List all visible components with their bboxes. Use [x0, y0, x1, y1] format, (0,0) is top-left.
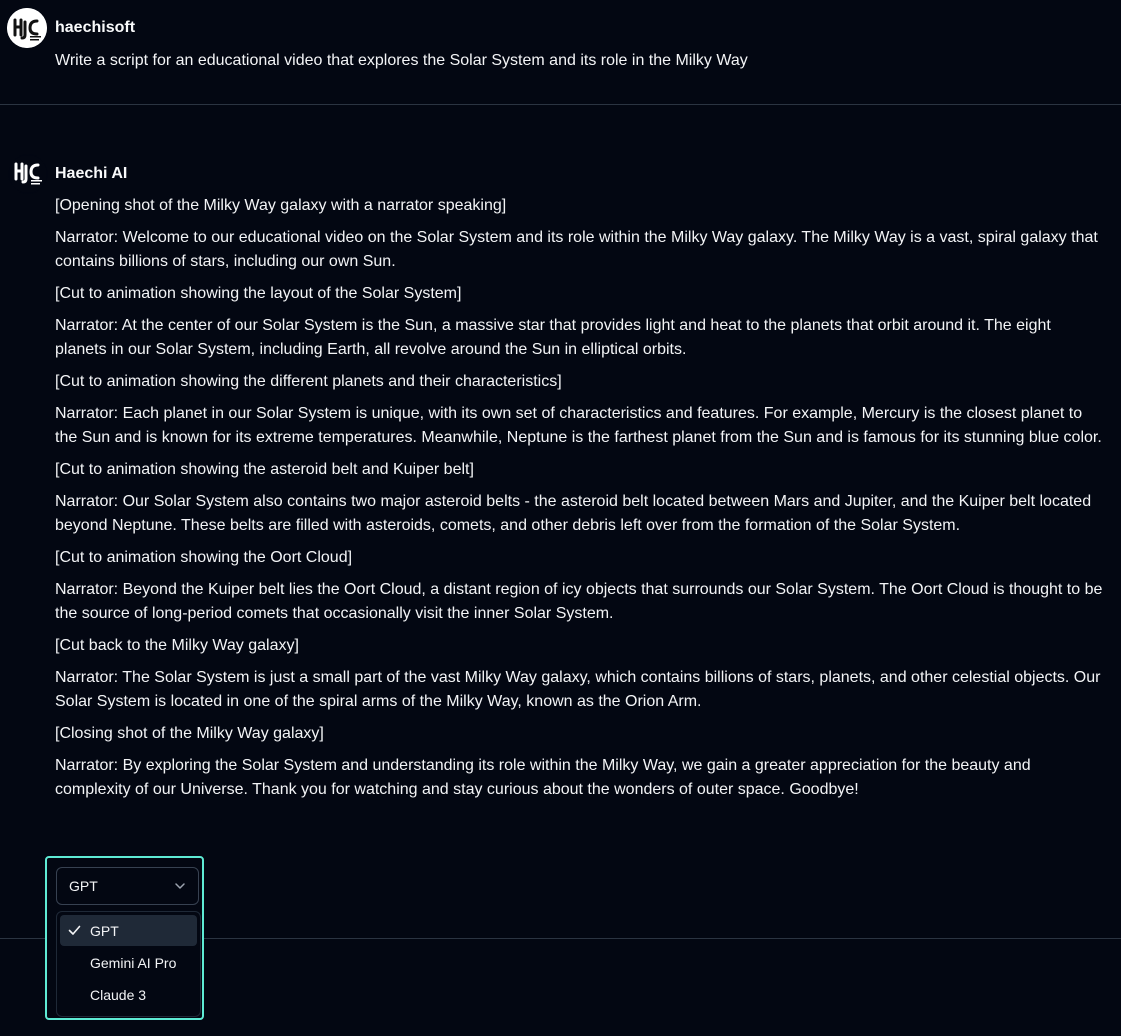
- message-divider: [0, 104, 1121, 105]
- user-prompt-text: Write a script for an educational video …: [55, 52, 748, 69]
- model-option-claude-3[interactable]: Claude 3: [60, 979, 197, 1010]
- model-select-trigger[interactable]: GPT: [56, 867, 199, 905]
- check-icon: [68, 925, 81, 935]
- chevron-down-icon: [175, 883, 185, 889]
- ai-author-name: Haechi AI: [55, 165, 128, 182]
- response-paragraph: [Closing shot of the Milky Way galaxy]: [55, 725, 324, 742]
- model-option-label: Claude 3: [90, 986, 147, 1003]
- response-paragraph: [Cut to animation showing the asteroid b…: [55, 461, 474, 478]
- model-option-label: Gemini AI Pro: [90, 954, 177, 971]
- response-paragraph: [Cut to animation showing the different …: [55, 373, 562, 390]
- response-paragraph: [Cut back to the Milky Way galaxy]: [55, 637, 299, 654]
- model-option-gemini-ai-pro[interactable]: Gemini AI Pro: [60, 947, 197, 978]
- response-paragraph: [Cut to animation showing the Oort Cloud…: [55, 549, 353, 566]
- response-paragraph: Narrator: By exploring the Solar System …: [55, 757, 1031, 798]
- model-select-value: GPT: [69, 878, 98, 894]
- haechisoft-logo-icon: [7, 8, 47, 48]
- ai-response-body: [Opening shot of the Milky Way galaxy wi…: [55, 194, 1105, 810]
- model-option-label: GPT: [90, 922, 119, 939]
- response-paragraph: Narrator: Our Solar System also contains…: [55, 493, 1092, 534]
- response-paragraph: Narrator: The Solar System is just a sma…: [55, 669, 1101, 710]
- response-paragraph: [Cut to animation showing the layout of …: [55, 285, 462, 302]
- response-paragraph: Narrator: Each planet in our Solar Syste…: [55, 405, 1102, 446]
- model-option-gpt[interactable]: GPT: [60, 915, 197, 946]
- response-paragraph: Narrator: Welcome to our educational vid…: [55, 229, 1098, 270]
- response-paragraph: Narrator: Beyond the Kuiper belt lies th…: [55, 581, 1103, 622]
- user-author-name: haechisoft: [55, 19, 136, 36]
- model-select: GPT GPT Gemini AI Pro Claude 3: [45, 856, 204, 1020]
- chat-page: haechisoft Write a script for an educati…: [0, 0, 1121, 1036]
- response-paragraph: [Opening shot of the Milky Way galaxy wi…: [55, 197, 507, 214]
- response-paragraph: Narrator: At the center of our Solar Sys…: [55, 317, 1051, 358]
- model-options-list: GPT Gemini AI Pro Claude 3: [56, 911, 201, 1017]
- haechi-ai-logo-icon: [8, 154, 48, 194]
